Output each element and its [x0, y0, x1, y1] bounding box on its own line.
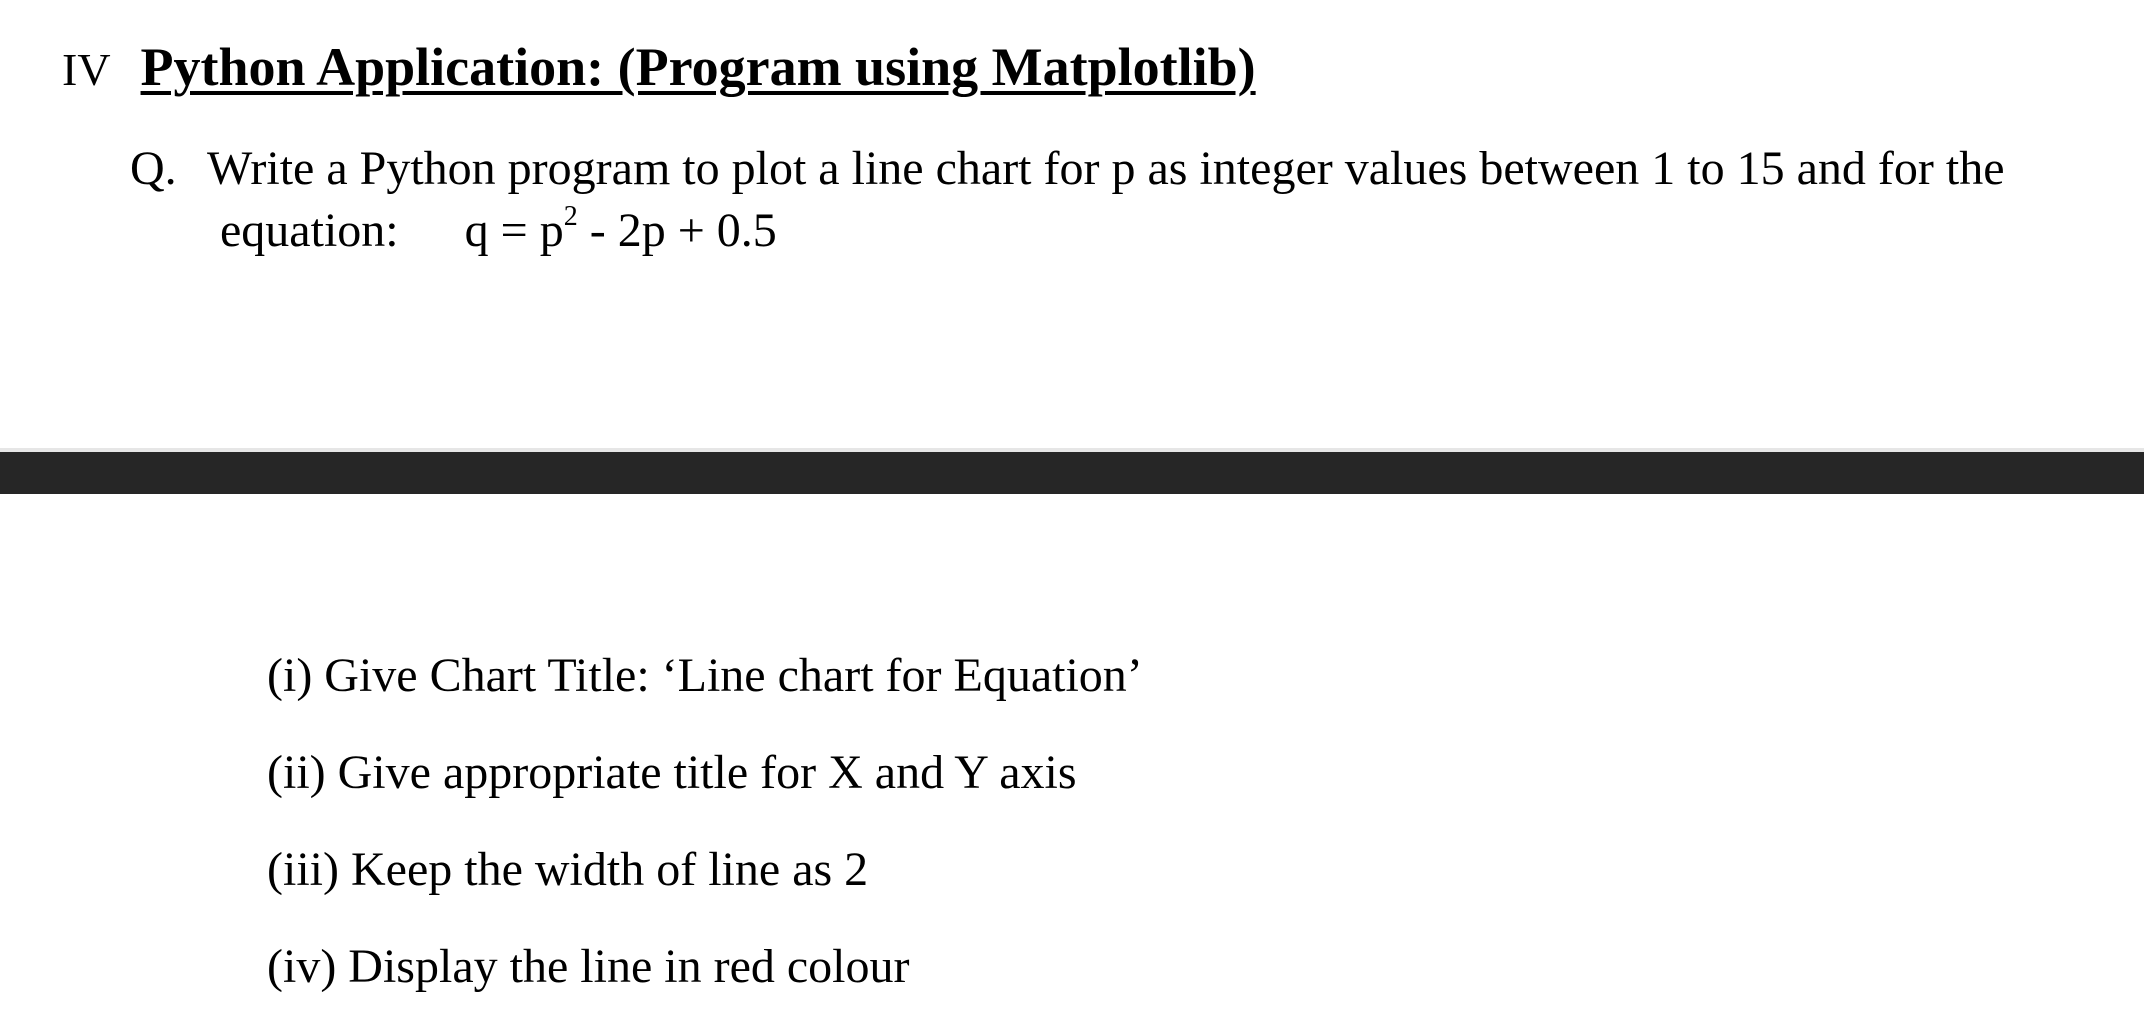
- question-block: Q. Write a Python program to plot a line…: [130, 138, 2005, 262]
- section-title: Python Application: (Program using Matpl…: [140, 37, 1256, 97]
- question-label: Q.: [130, 142, 177, 195]
- equation: q = p2 - 2p + 0.5: [465, 200, 777, 262]
- requirements-list: (i) Give Chart Title: ‘Line chart for Eq…: [267, 640, 1143, 1028]
- question-line-1: Q. Write a Python program to plot a line…: [130, 138, 2005, 200]
- equation-lhs: q = p: [464, 204, 564, 257]
- question-line-2: equation: q = p2 - 2p + 0.5: [130, 200, 2005, 262]
- requirement-item-line-colour: (iv) Display the line in red colour: [267, 940, 910, 993]
- page-divider-bar: [0, 452, 2144, 494]
- requirement-item-axis-titles: (ii) Give appropriate title for X and Y …: [267, 746, 1077, 799]
- section-heading: IV Python Application: (Program using Ma…: [62, 36, 1256, 106]
- equation-rhs: - 2p + 0.5: [577, 204, 777, 257]
- equation-label: equation:: [220, 204, 399, 257]
- section-number: IV: [62, 44, 111, 95]
- equation-exponent: 2: [563, 201, 578, 232]
- question-text: Write a Python program to plot a line ch…: [207, 142, 2005, 195]
- requirement-item-line-width: (iii) Keep the width of line as 2: [267, 843, 869, 896]
- requirement-item-chart-title: (i) Give Chart Title: ‘Line chart for Eq…: [267, 649, 1143, 702]
